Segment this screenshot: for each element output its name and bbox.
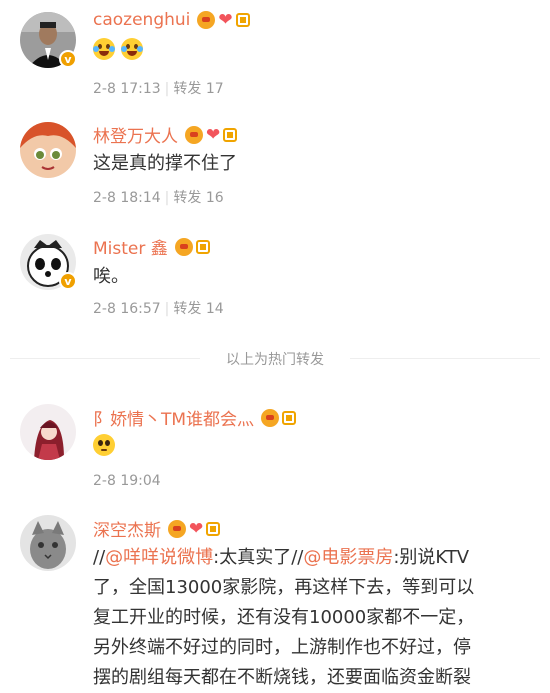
text-fragment: :别说KTV bbox=[393, 547, 470, 568]
vip-icon bbox=[168, 519, 186, 538]
vip-icon bbox=[261, 408, 280, 427]
heart-icon: ❤ bbox=[206, 124, 221, 145]
verified-badge-icon: v bbox=[59, 272, 77, 290]
member-icon bbox=[235, 13, 250, 27]
comment-meta: 2-8 17:13 | 转发 17 bbox=[93, 81, 224, 97]
comment-date: 2-8 17:13 bbox=[93, 81, 161, 97]
vip-icon bbox=[185, 125, 203, 144]
username[interactable]: caozenghui ❤ bbox=[93, 10, 250, 30]
divider-label: 以上为热门转发 bbox=[226, 352, 324, 368]
comment-date: 2-8 19:04 bbox=[93, 473, 161, 489]
comment-text: 这是真的撑不住了 bbox=[93, 153, 237, 174]
username-text: 林登万大人 bbox=[93, 127, 178, 147]
comment-date: 2-8 16:57 bbox=[93, 301, 161, 317]
member-icon bbox=[282, 410, 297, 425]
comment-line: 复工开业的时候，还有没有10000家都不一定， bbox=[93, 607, 475, 628]
username[interactable]: 阝娇情丶TM谁都会灬 bbox=[93, 405, 297, 430]
comment-date: 2-8 18:14 bbox=[93, 190, 161, 206]
comment-line: //@咩咩说微博:太真实了//@电影票房:别说KTV bbox=[93, 543, 533, 573]
laugh-cry-emoji-icon bbox=[121, 38, 143, 60]
avatar[interactable] bbox=[20, 515, 76, 571]
username[interactable]: Mister 鑫 bbox=[93, 234, 210, 259]
comment-text: //@咩咩说微博:太真实了//@电影票房:别说KTV 了，全国13000家影院，… bbox=[93, 543, 533, 693]
username-text: Mister 鑫 bbox=[93, 239, 168, 259]
comment-meta: 2-8 16:57 | 转发 14 bbox=[93, 301, 224, 317]
username-text: 阝娇情丶TM谁都会灬 bbox=[93, 410, 255, 430]
comment-line: 了，全国13000家影院，再这样下去，等到可以 bbox=[93, 577, 475, 598]
repost-link[interactable]: 转发 14 bbox=[173, 301, 223, 317]
avatar[interactable] bbox=[20, 404, 76, 460]
pitiful-emoji-icon bbox=[93, 434, 115, 456]
comment-text: 唉。 bbox=[93, 266, 129, 287]
mention-link[interactable]: @电影票房 bbox=[303, 547, 393, 568]
laugh-cry-emoji-icon bbox=[93, 38, 115, 60]
comment-line: 摆的剧组每天都在不断烧钱，还要面临资金断裂 bbox=[93, 667, 471, 688]
divider-line-right bbox=[350, 358, 540, 359]
mention-link[interactable]: @咩咩说微博 bbox=[105, 547, 213, 568]
text-fragment: :太真实了// bbox=[213, 547, 304, 568]
username-text: caozenghui bbox=[93, 10, 191, 30]
verified-badge-icon: v bbox=[59, 50, 77, 68]
username-text: 深空杰斯 bbox=[93, 521, 161, 541]
hot-repost-divider: 以上为热门转发 bbox=[0, 352, 550, 368]
member-icon bbox=[206, 521, 221, 536]
member-icon bbox=[223, 127, 238, 142]
username[interactable]: 林登万大人 ❤ bbox=[93, 122, 238, 147]
vip-icon bbox=[174, 237, 193, 256]
comment-emoji bbox=[93, 38, 149, 60]
comment-line: 另外终端不好过的同时，上游制作也不好过，停 bbox=[93, 637, 471, 658]
repost-link[interactable]: 转发 17 bbox=[173, 81, 223, 97]
avatar[interactable] bbox=[20, 122, 76, 178]
comment-emoji bbox=[93, 434, 121, 456]
username[interactable]: 深空杰斯 ❤ bbox=[93, 516, 221, 541]
heart-icon: ❤ bbox=[189, 518, 204, 539]
comment-meta: 2-8 19:04 bbox=[93, 473, 161, 489]
text-fragment: // bbox=[93, 547, 106, 568]
comment-meta: 2-8 18:14 | 转发 16 bbox=[93, 190, 224, 206]
member-icon bbox=[195, 239, 210, 254]
heart-icon: ❤ bbox=[218, 10, 233, 30]
vip-icon bbox=[197, 11, 216, 29]
repost-link[interactable]: 转发 16 bbox=[173, 190, 223, 206]
